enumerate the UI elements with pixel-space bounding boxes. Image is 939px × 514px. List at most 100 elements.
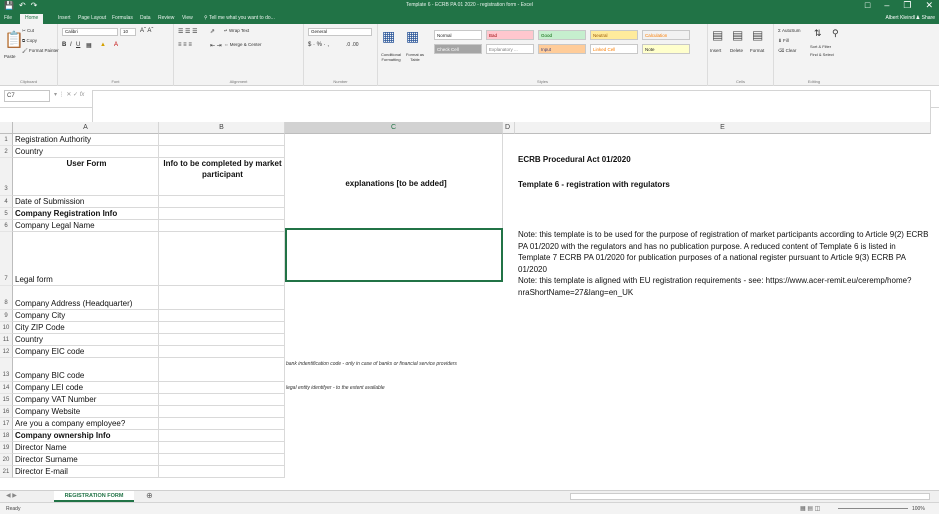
align-left-icon[interactable]: ≡ ≡ ≡ — [178, 42, 192, 48]
cell-a18[interactable]: Company ownership Info — [13, 430, 159, 442]
row-header-8[interactable]: 8 — [0, 286, 13, 310]
tell-me-search[interactable]: ⚲ Tell me what you want to do... — [204, 15, 275, 21]
row-header-11[interactable]: 11 — [0, 334, 13, 346]
cell-a3[interactable]: User Form — [13, 158, 159, 196]
tab-data[interactable]: Data — [140, 15, 151, 21]
row-header-7[interactable]: 7 — [0, 232, 13, 286]
cell-b8[interactable] — [159, 286, 285, 310]
decimal-icon[interactable]: .0 .00 — [346, 42, 359, 48]
column-header-c[interactable]: C — [285, 122, 503, 134]
cell-b7[interactable] — [159, 232, 285, 286]
format-painter-button[interactable]: 🖌 Format Painter — [22, 48, 59, 54]
cell-a1[interactable]: Registration Authority — [13, 134, 159, 146]
grow-font-icon[interactable]: Aˆ Aˇ — [140, 28, 153, 34]
paste-icon[interactable]: 📋 — [4, 30, 24, 50]
paste-button[interactable]: Paste — [4, 54, 16, 59]
cell-b18[interactable] — [159, 430, 285, 442]
insert-button[interactable]: Insert — [710, 48, 721, 53]
cell-b21[interactable] — [159, 466, 285, 478]
merge-center-button[interactable]: ⇔ Merge & Center — [224, 42, 262, 47]
tab-file[interactable]: File — [4, 15, 12, 21]
sheet-nav-icon[interactable]: ◀ ▶ — [6, 492, 17, 499]
bold-icon[interactable]: B — [62, 42, 66, 48]
row-header-9[interactable]: 9 — [0, 310, 13, 322]
find-select-icon[interactable]: ⚲ — [832, 28, 839, 39]
view-buttons-icon[interactable]: ▦ ▤ ◫ — [800, 505, 820, 512]
cell-a7[interactable]: Legal form — [13, 232, 159, 286]
cell-b17[interactable] — [159, 418, 285, 430]
style-good[interactable]: Good — [538, 30, 586, 40]
style-input[interactable]: Input — [538, 44, 586, 54]
format-as-table-icon[interactable]: ▦ — [406, 28, 419, 45]
cell-a8[interactable]: Company Address (Headquarter) — [13, 286, 159, 310]
delete-button[interactable]: Delete — [730, 48, 743, 53]
row-header-17[interactable]: 17 — [0, 418, 13, 430]
italic-icon[interactable]: I — [70, 42, 72, 48]
tab-insert[interactable]: Insert — [58, 15, 71, 21]
style-note[interactable]: Note — [642, 44, 690, 54]
cell-b13[interactable] — [159, 358, 285, 382]
tab-review[interactable]: Review — [158, 15, 174, 21]
cell-b12[interactable] — [159, 346, 285, 358]
share-button[interactable]: ♟ Share — [916, 15, 935, 21]
cell-b20[interactable] — [159, 454, 285, 466]
row-header-1[interactable]: 1 — [0, 134, 13, 146]
find-select-button[interactable]: Find & Select — [810, 52, 834, 57]
style-bad[interactable]: Bad — [486, 30, 534, 40]
cell-b14[interactable] — [159, 382, 285, 394]
sort-filter-icon[interactable]: ⇅ — [814, 28, 822, 39]
cell-a5[interactable]: Company Registration Info — [13, 208, 159, 220]
row-header-13[interactable]: 13 — [0, 358, 13, 382]
spreadsheet-grid[interactable]: A B C D E 1 Registration Authority 2 Countr… — [0, 122, 939, 490]
cell-b15[interactable] — [159, 394, 285, 406]
cell-a11[interactable]: Country — [13, 334, 159, 346]
cell-a10[interactable]: City ZIP Code — [13, 322, 159, 334]
style-calculation[interactable]: Calculation — [642, 30, 690, 40]
row-header-19[interactable]: 19 — [0, 442, 13, 454]
underline-icon[interactable]: U — [76, 42, 80, 48]
row-header-20[interactable]: 20 — [0, 454, 13, 466]
cell-b1[interactable] — [159, 134, 285, 146]
cell-b10[interactable] — [159, 322, 285, 334]
row-header-16[interactable]: 16 — [0, 406, 13, 418]
column-header-e[interactable]: E — [515, 122, 931, 134]
format-cells-icon[interactable]: ▤ — [752, 28, 763, 42]
style-check-cell[interactable]: Check Cell — [434, 44, 482, 54]
close-icon[interactable]: ✕ — [925, 0, 933, 11]
delete-cells-icon[interactable]: ▤ — [732, 28, 743, 42]
name-box[interactable]: C7 — [4, 90, 50, 102]
number-format-select[interactable]: General — [308, 28, 372, 36]
cell-b16[interactable] — [159, 406, 285, 418]
cell-a4[interactable]: Date of Submission — [13, 196, 159, 208]
wrap-text-button[interactable]: ↵ Wrap Text — [224, 28, 249, 34]
row-header-18[interactable]: 18 — [0, 430, 13, 442]
cell-a21[interactable]: Director E-mail — [13, 466, 159, 478]
cell-b11[interactable] — [159, 334, 285, 346]
cell-b19[interactable] — [159, 442, 285, 454]
cell-b2[interactable] — [159, 146, 285, 158]
format-button[interactable]: Format — [750, 48, 764, 53]
align-top-icon[interactable]: ☰ ☰ ☰ — [178, 28, 197, 35]
sort-filter-button[interactable]: Sort & Filter — [810, 44, 831, 49]
row-header-5[interactable]: 5 — [0, 208, 13, 220]
sheet-tab-registration-form[interactable]: REGISTRATION FORM — [54, 491, 134, 502]
currency-icon[interactable]: $ · % · , — [308, 42, 329, 48]
style-explanatory[interactable]: Explanatory ... — [486, 44, 534, 54]
font-name-select[interactable]: Calibri — [62, 28, 118, 36]
zoom-slider[interactable] — [838, 508, 908, 509]
cell-b5[interactable] — [159, 208, 285, 220]
fill-button[interactable]: ⬇ Fill — [778, 38, 789, 44]
restore-icon[interactable]: ❐ — [903, 0, 911, 11]
row-header-12[interactable]: 12 — [0, 346, 13, 358]
cell-a15[interactable]: Company VAT Number — [13, 394, 159, 406]
orientation-icon[interactable]: ⇗ — [210, 28, 215, 35]
cell-a6[interactable]: Company Legal Name — [13, 220, 159, 232]
row-header-14[interactable]: 14 — [0, 382, 13, 394]
row-header-21[interactable]: 21 — [0, 466, 13, 478]
cell-b3[interactable]: Info to be completed by market participa… — [159, 158, 285, 196]
zoom-level[interactable]: 100% — [912, 506, 925, 512]
copy-button[interactable]: ⧉ Copy — [22, 38, 37, 43]
formula-input[interactable] — [92, 90, 931, 124]
row-header-6[interactable]: 6 — [0, 220, 13, 232]
column-header-a[interactable]: A — [13, 122, 159, 134]
